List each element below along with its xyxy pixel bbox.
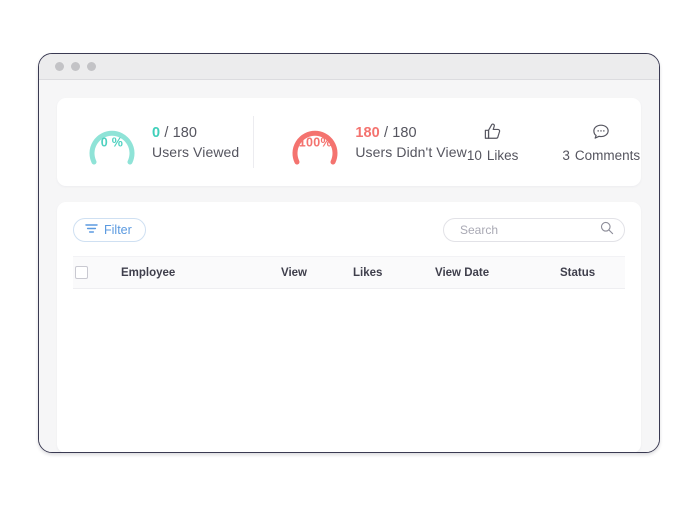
search-icon[interactable] <box>600 221 614 240</box>
employee-table-body <box>73 288 625 441</box>
comments-count: 3 <box>562 147 570 163</box>
stat-users-viewed-text: 0 / 180 Users Viewed <box>152 125 239 160</box>
search-box[interactable] <box>443 218 625 242</box>
table-header-likes[interactable]: Likes <box>353 256 435 289</box>
filter-button-label: Filter <box>104 223 132 237</box>
table-header-employee[interactable]: Employee <box>121 256 281 289</box>
users-didnt-view-total: / 180 <box>383 124 417 141</box>
window-close-dot[interactable] <box>55 62 64 71</box>
stats-summary-card: 0 % 0 / 180 Users Viewed 100% 180 / 180 … <box>57 98 641 186</box>
employee-table-header: Employee View Likes View Date Status <box>73 256 625 289</box>
comments-stat-text: 3 Comments <box>562 148 640 163</box>
users-viewed-caption: Users Viewed <box>152 143 240 160</box>
table-header-view-date[interactable]: View Date <box>435 256 560 289</box>
comments-stat[interactable]: 3 Comments <box>562 122 640 163</box>
gauge-users-didnt-view: 100% <box>288 117 342 167</box>
users-didnt-view-caption: Users Didn't View <box>355 143 467 160</box>
window-maximize-dot[interactable] <box>87 62 96 71</box>
gauge-users-viewed: 0 % <box>85 117 139 167</box>
stat-users-didnt-view: 100% 180 / 180 Users Didn't View <box>253 116 467 168</box>
comments-label: Comments <box>574 147 641 163</box>
app-viewport: 0 % 0 / 180 Users Viewed 100% 180 / 180 … <box>39 80 659 452</box>
comment-bubble-icon <box>591 122 611 142</box>
select-all-checkbox[interactable] <box>75 266 88 279</box>
likes-label: Likes <box>486 147 519 163</box>
stat-users-didnt-view-counts: 180 / 180 <box>355 125 467 141</box>
table-header-view[interactable]: View <box>281 256 353 289</box>
window-minimize-dot[interactable] <box>71 62 80 71</box>
stat-users-viewed-counts: 0 / 180 <box>152 125 239 141</box>
users-didnt-view-count: 180 <box>355 124 380 141</box>
table-header-row: Employee View Likes View Date Status <box>73 256 625 289</box>
likes-stat[interactable]: 10 Likes <box>467 122 519 163</box>
likes-count: 10 <box>466 147 482 163</box>
app-window: 0 % 0 / 180 Users Viewed 100% 180 / 180 … <box>38 53 660 453</box>
filter-button[interactable]: Filter <box>73 218 146 242</box>
users-viewed-count: 0 <box>152 124 161 141</box>
table-empty-cell <box>73 288 625 441</box>
employee-table-card: Filter Search Employee View Likes View D… <box>57 202 641 452</box>
gauge-percent-label: 100% <box>298 135 332 150</box>
likes-stat-text: 10 Likes <box>467 148 519 163</box>
table-toolbar: Filter <box>73 216 625 244</box>
engagement-stats: 10 Likes 3 Comments <box>467 122 659 163</box>
employee-table: Employee View Likes View Date Status <box>73 256 625 441</box>
table-header-select <box>73 256 121 289</box>
stat-users-didnt-view-text: 180 / 180 Users Didn't View <box>355 125 467 160</box>
stat-users-viewed: 0 % 0 / 180 Users Viewed <box>57 117 239 167</box>
thumbs-up-icon <box>483 122 502 142</box>
gauge-percent-label: 0 % <box>100 135 124 150</box>
filter-lines-icon <box>85 223 98 237</box>
table-empty-row <box>73 288 625 441</box>
users-viewed-total: / 180 <box>164 124 198 141</box>
window-titlebar <box>39 54 659 80</box>
table-header-status[interactable]: Status <box>560 256 625 289</box>
search-input[interactable] <box>458 222 600 238</box>
